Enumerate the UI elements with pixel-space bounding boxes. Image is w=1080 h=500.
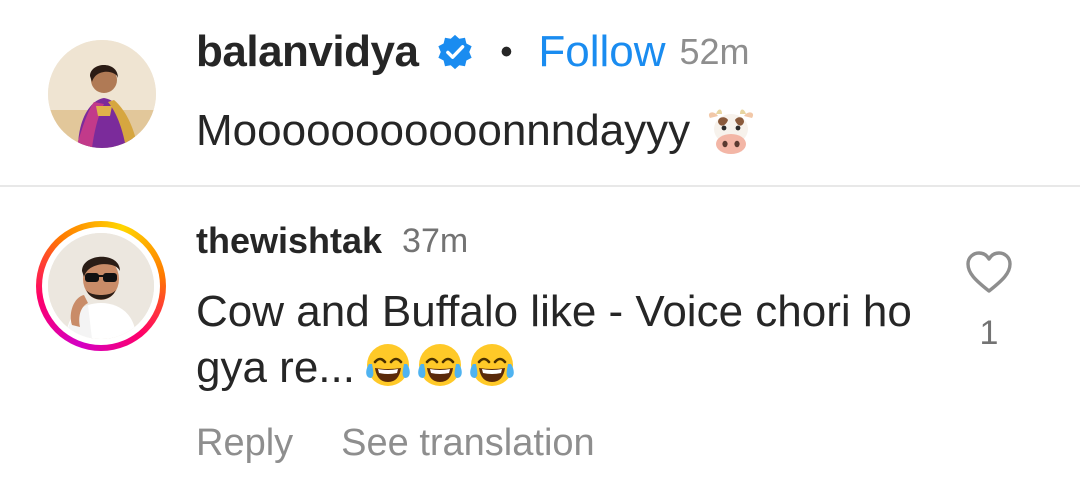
caption-timestamp: 52m (679, 31, 750, 72)
avatar-balanvidya[interactable] (48, 40, 156, 148)
like-count: 1 (979, 314, 999, 352)
avatar-thewishtak[interactable] (48, 233, 154, 339)
verified-icon (436, 33, 474, 71)
comment-item: thewishtak 37m Cow and Buffalo like - Vo… (0, 188, 1080, 500)
like-column: 1 (962, 250, 1016, 353)
tears-of-joy-emoji-icon (467, 340, 517, 390)
comment-actions: Reply See translation (196, 418, 595, 468)
comment-text: Cow and Buffalo like - Voice chori ho gy… (196, 287, 912, 392)
see-translation-button[interactable]: See translation (341, 422, 595, 465)
dot-separator: • (500, 32, 513, 71)
comment-username[interactable]: thewishtak (196, 220, 382, 262)
story-ring[interactable] (36, 221, 166, 351)
comment-timestamp: 37m (402, 221, 469, 260)
caption-text: Mooooooooooonnndayyy (196, 106, 691, 155)
heart-outline-icon[interactable] (965, 250, 1013, 294)
section-divider (0, 185, 1080, 187)
story-ring-gap (42, 227, 160, 345)
profile-photo-icon (48, 40, 156, 148)
tears-of-joy-emoji-icon (363, 340, 413, 390)
follow-button[interactable]: Follow (538, 27, 665, 77)
tears-of-joy-emoji-icon (415, 340, 465, 390)
post-caption: balanvidya • Follow 52m Mooooooooooonnnd… (0, 0, 1080, 186)
profile-photo-icon (48, 233, 154, 339)
cow-face-emoji-icon (704, 104, 758, 158)
reply-button[interactable]: Reply (196, 422, 293, 465)
comment-body: Cow and Buffalo like - Voice chori ho gy… (196, 284, 936, 396)
caption-header: balanvidya • Follow 52m (196, 22, 750, 82)
caption-username[interactable]: balanvidya (196, 27, 419, 77)
caption-body: Mooooooooooonnndayyy (196, 100, 758, 162)
comment-header: thewishtak 37m (196, 218, 468, 264)
